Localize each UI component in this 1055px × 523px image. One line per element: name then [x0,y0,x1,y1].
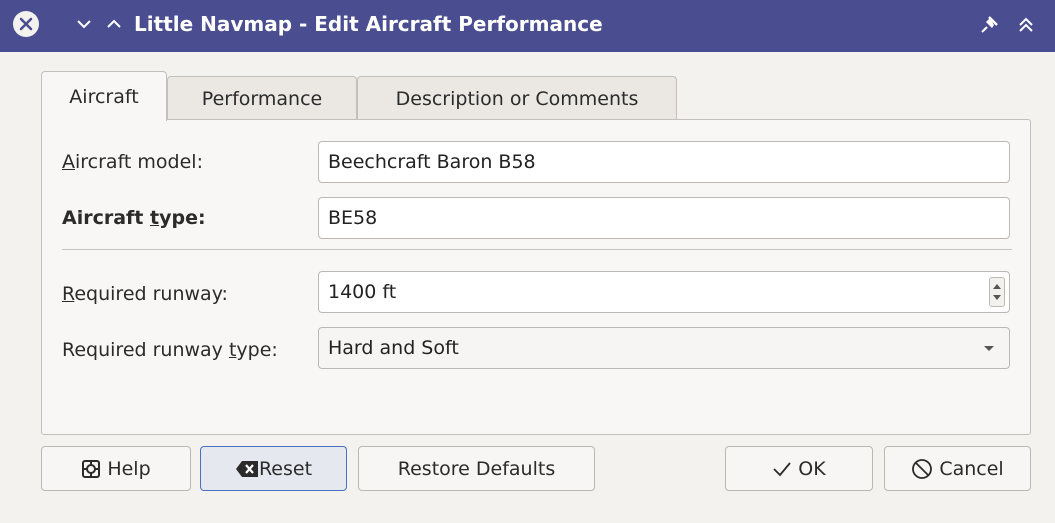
required-runway-type-label: Required runway type: [62,339,278,361]
ok-button[interactable]: OK [725,446,873,491]
dropdown-arrow-icon[interactable] [983,345,995,353]
tab-aircraft[interactable]: Aircraft [41,71,167,121]
tab-description-label: Description or Comments [395,87,639,110]
aircraft-model-label: Aircraft model: [62,151,203,173]
aircraft-type-label: Aircraft type: [62,207,206,229]
required-runway-value: 1400 ft [328,281,397,303]
edit-aircraft-performance-dialog: Little Navmap - Edit Aircraft Performanc… [0,0,1055,523]
title-bar: Little Navmap - Edit Aircraft Performanc… [0,0,1055,52]
cancel-button[interactable]: Cancel [884,446,1031,491]
aircraft-model-input[interactable]: Beechcraft Baron B58 [318,141,1010,183]
help-button-label: Help [107,457,151,480]
help-button[interactable]: Help [41,446,191,491]
restore-defaults-button-label: Restore Defaults [397,457,556,480]
required-runway-label: Required runway: [62,283,228,305]
form-separator [62,249,1012,250]
backspace-icon [235,460,258,477]
lifebuoy-icon [82,459,101,478]
pin-icon[interactable] [978,14,1000,36]
tab-performance[interactable]: Performance [167,76,357,120]
required-runway-type-value: Hard and Soft [328,337,459,359]
window-title: Little Navmap - Edit Aircraft Performanc… [134,12,603,36]
aircraft-type-input[interactable]: BE58 [318,197,1010,239]
aircraft-model-value: Beechcraft Baron B58 [328,151,536,173]
required-runway-type-combobox[interactable]: Hard and Soft [318,327,1010,369]
checkmark-icon [773,461,791,476]
chevron-down-icon[interactable] [73,12,95,36]
cancel-circle-icon [912,458,933,479]
aircraft-type-value: BE58 [328,207,378,229]
cancel-button-label: Cancel [939,457,1004,480]
ok-button-label: OK [798,457,826,480]
spin-arrows-icon[interactable] [990,278,1004,306]
restore-defaults-button[interactable]: Restore Defaults [358,446,595,491]
double-chevron-up-icon[interactable] [1014,12,1038,38]
reset-button-label: Reset [258,457,313,480]
spin-buttons[interactable] [989,277,1005,307]
chevron-up-icon[interactable] [103,12,125,36]
tab-description-or-comments[interactable]: Description or Comments [357,76,677,120]
tab-aircraft-label: Aircraft [69,85,139,108]
tab-performance-label: Performance [201,87,323,110]
reset-button[interactable]: Reset [200,446,347,491]
close-icon[interactable] [13,11,39,37]
required-runway-spinbox[interactable]: 1400 ft [318,271,1010,313]
